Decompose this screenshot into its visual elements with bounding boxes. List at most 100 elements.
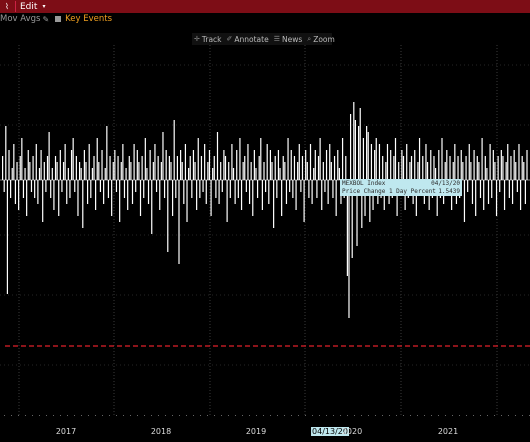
data-bar — [194, 162, 196, 180]
data-bar — [162, 132, 164, 180]
mov-avgs-button[interactable]: Mov Avgs — [0, 14, 40, 24]
data-bar — [72, 138, 74, 180]
data-bar — [157, 156, 159, 180]
axis-tick — [417, 415, 418, 416]
data-bar — [483, 180, 485, 210]
data-bar — [181, 162, 183, 180]
data-bar — [308, 180, 310, 198]
data-bar — [402, 156, 405, 180]
axis-tick — [431, 415, 432, 416]
data-bar — [457, 156, 459, 180]
data-bar — [523, 162, 525, 180]
data-bar — [144, 138, 146, 180]
data-bar — [370, 144, 373, 180]
data-bar — [180, 150, 182, 180]
key-events-checkbox[interactable] — [55, 16, 62, 22]
data-bar — [234, 180, 236, 204]
data-bar — [96, 138, 98, 180]
data-bar — [85, 162, 87, 180]
data-bar — [385, 162, 387, 180]
data-bar — [382, 156, 384, 180]
data-bar — [43, 162, 45, 180]
data-bar — [329, 144, 331, 180]
data-bar — [197, 138, 199, 180]
data-bar — [45, 180, 47, 192]
data-bar — [90, 180, 92, 198]
data-bar — [104, 168, 106, 180]
divider — [15, 1, 16, 12]
data-bar — [191, 180, 193, 198]
data-bar — [146, 168, 148, 180]
data-bar — [220, 162, 222, 180]
data-bar — [375, 138, 377, 180]
price-change-chart[interactable] — [0, 25, 530, 442]
pencil-icon[interactable]: ✎ — [42, 15, 49, 24]
data-bar — [507, 144, 509, 180]
data-bar — [82, 180, 84, 228]
axis-tick — [424, 415, 425, 416]
data-bar — [210, 180, 212, 216]
data-bar — [337, 150, 339, 180]
axis-tick — [18, 415, 19, 416]
data-bar — [406, 144, 408, 180]
data-bar — [131, 180, 134, 204]
news-label: News — [282, 34, 303, 44]
axis-tick — [361, 415, 362, 416]
data-bar — [367, 132, 369, 180]
data-bar — [386, 144, 389, 180]
axis-tick — [354, 415, 355, 416]
axis-tick — [326, 415, 327, 416]
data-bar — [70, 150, 73, 180]
axis-tick — [305, 415, 306, 416]
axis-tick — [312, 415, 313, 416]
data-bar — [470, 162, 472, 180]
news-button[interactable]: ☰ News — [274, 35, 303, 44]
data-bar — [252, 180, 254, 216]
data-bar — [359, 108, 361, 180]
data-bar — [261, 180, 263, 210]
data-bar — [327, 180, 329, 204]
data-bar — [99, 180, 102, 192]
data-bar — [335, 180, 337, 216]
data-bar — [274, 156, 276, 180]
data-bar — [120, 162, 122, 180]
data-bar — [311, 180, 313, 204]
axis-tick — [158, 415, 159, 416]
tooltip-date: 04/13/20 — [431, 180, 460, 187]
data-bar — [467, 180, 469, 192]
axis-tick — [193, 415, 194, 416]
key-events-button[interactable]: Key Events — [65, 14, 112, 24]
track-button[interactable]: ✛ Track — [194, 35, 222, 44]
chart-icon[interactable]: ⌇ — [2, 2, 12, 12]
data-bar — [285, 180, 288, 204]
axis-tick — [459, 415, 460, 416]
data-bar — [253, 150, 255, 180]
axis-tick — [11, 415, 12, 416]
data-bar — [231, 144, 233, 180]
data-bar — [160, 162, 162, 180]
axis-tick — [165, 415, 166, 416]
data-bar — [265, 180, 267, 192]
axis-tick — [403, 415, 404, 416]
axis-tick — [130, 415, 131, 416]
data-bar — [306, 162, 308, 180]
axis-tick — [298, 415, 299, 416]
edit-menu-button[interactable]: Edit ▾ — [20, 2, 45, 12]
data-bar — [205, 180, 207, 204]
data-bar — [86, 180, 89, 204]
annotate-button[interactable]: ✐ Annotate — [227, 35, 269, 44]
zoom-button[interactable]: ⌕ Zoom — [307, 35, 335, 44]
axis-tick — [88, 415, 89, 416]
data-bar — [475, 180, 477, 216]
data-bar — [56, 162, 58, 180]
data-bar — [184, 144, 187, 180]
data-bar — [32, 156, 34, 180]
window-titlebar: ⌇ Edit ▾ — [0, 0, 530, 13]
data-bar — [159, 180, 161, 210]
data-bar — [345, 156, 347, 180]
data-bar — [143, 180, 145, 198]
data-bar — [494, 162, 496, 180]
data-bar — [276, 180, 278, 198]
data-bar — [324, 180, 326, 192]
data-bar — [163, 180, 166, 198]
